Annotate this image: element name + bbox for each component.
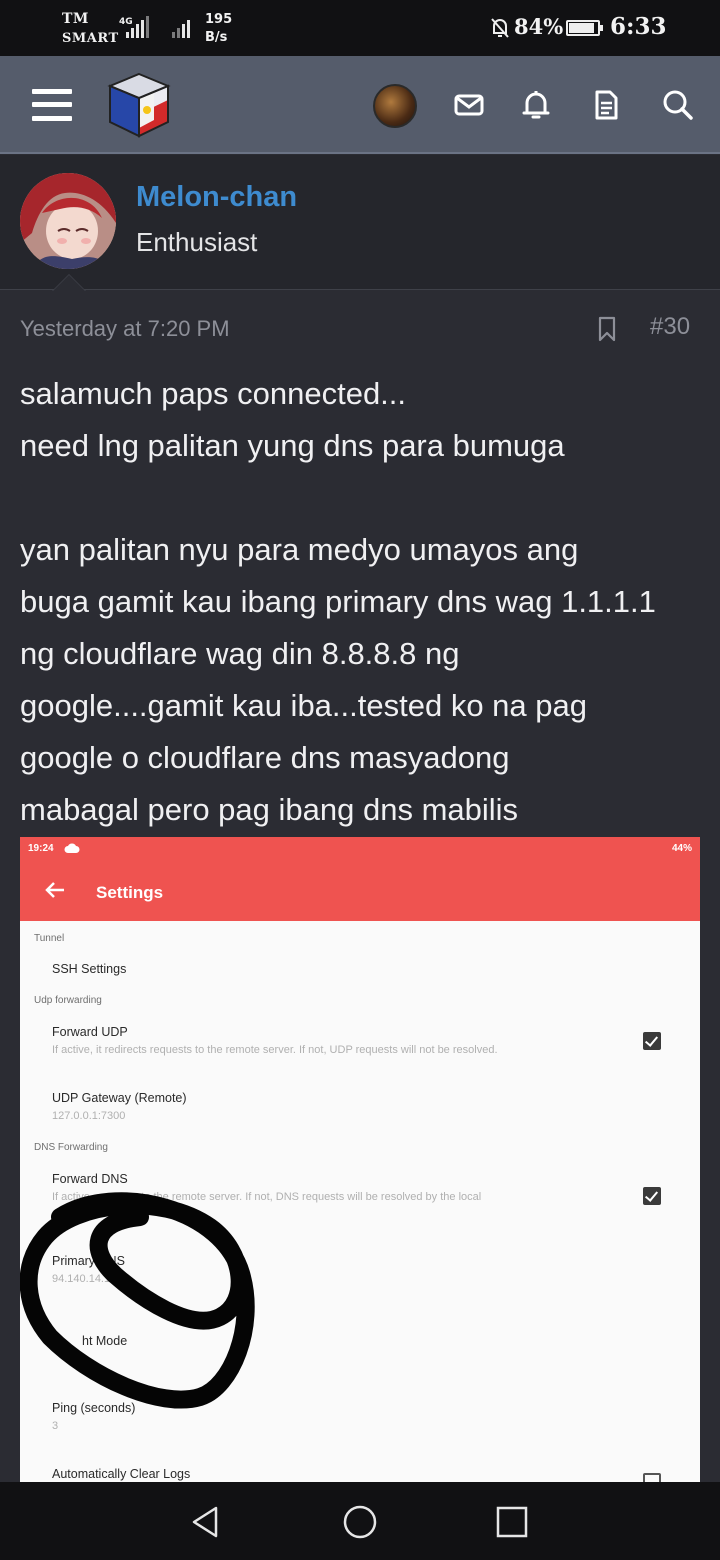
app-header [0,56,720,154]
post-line: yan palitan nyu para medyo umayos ang [20,532,579,567]
author-pointer [52,274,86,291]
settings-item: Automatically Clear Logs [52,1467,191,1481]
menu-icon[interactable] [32,89,72,121]
attachment-time: 19:24 [28,843,54,854]
settings-category: Tunnel [34,933,65,944]
post-line: google o cloudflare dns masyadong [20,740,510,775]
user-avatar[interactable] [373,84,417,128]
author-title: Enthusiast [136,227,258,257]
document-icon[interactable] [589,88,623,122]
signal-icon [172,16,200,38]
settings-item: SSH Settings [52,962,127,976]
search-icon[interactable] [661,88,695,122]
post-date[interactable]: Yesterday at 7:20 PM [20,316,230,342]
post-line: need lng palitan yung dns para bumuga [20,428,565,463]
post-line: salamuch paps connected... [20,376,407,411]
carrier-label: TM SMART [62,10,119,48]
speed-unit: B/s [205,30,228,45]
mail-icon[interactable] [452,88,486,122]
settings-description: If active, it redirects requests to the … [52,1044,498,1056]
attachment-battery: 44% [671,843,692,854]
post-line: buga gamit kau ibang primary dns wag 1.1… [20,584,656,619]
attachment-toolbar: Settings [20,863,700,921]
author-block: Melon-chan Enthusiast [0,155,720,290]
settings-item: Forward UDP [52,1025,128,1039]
status-bar: TM SMART 4G 195 B/s 84% 6:33 [0,0,720,56]
settings-value: 3 [52,1420,59,1432]
network-speed: 195 B/s [205,11,232,47]
battery-icon [566,20,603,36]
recents-icon[interactable] [494,1504,530,1540]
navigation-bar [0,1482,720,1560]
post-line: ng cloudflare wag din 8.8.8.8 ng [20,636,460,671]
post-body: salamuch paps connected... need lng pali… [20,368,710,836]
bookmark-icon[interactable] [597,316,617,342]
back-arrow-icon [45,882,64,898]
home-icon[interactable] [342,1504,378,1540]
checkbox-icon [643,1032,661,1050]
settings-category: DNS Forwarding [34,1142,108,1153]
attachment-title: Settings [96,883,164,902]
signal-icon [126,16,154,38]
carrier-line2: SMART [62,31,119,46]
checkbox-icon [643,1187,661,1205]
scribble-annotation [20,1192,255,1409]
settings-category: Udp forwarding [34,995,102,1006]
settings-item: UDP Gateway (Remote) [52,1091,187,1105]
attachment-image[interactable]: 19:24 44% Settings Tunnel SSH Settings U… [20,837,700,1482]
settings-item: Forward DNS [52,1172,128,1186]
cloud-icon [64,843,80,853]
back-icon[interactable] [188,1504,224,1540]
post-number[interactable]: #30 [650,313,690,341]
site-logo[interactable] [104,70,174,140]
author-avatar[interactable] [20,173,116,269]
carrier-line1: TM [62,11,89,27]
battery-percent: 84% [514,14,564,39]
notifications-off-icon [491,18,509,38]
clock: 6:33 [610,13,667,40]
bell-icon[interactable] [519,88,553,122]
settings-value: 127.0.0.1:7300 [52,1110,126,1122]
checkbox-icon [643,1473,661,1482]
speed-value: 195 [205,12,233,27]
post-line: google....gamit kau iba...tested ko na p… [20,688,587,723]
post-line: mabagal pero pag ibang dns mabilis [20,792,519,827]
attachment-status-bar: 19:24 44% [20,837,700,863]
author-name[interactable]: Melon-chan [136,181,297,214]
